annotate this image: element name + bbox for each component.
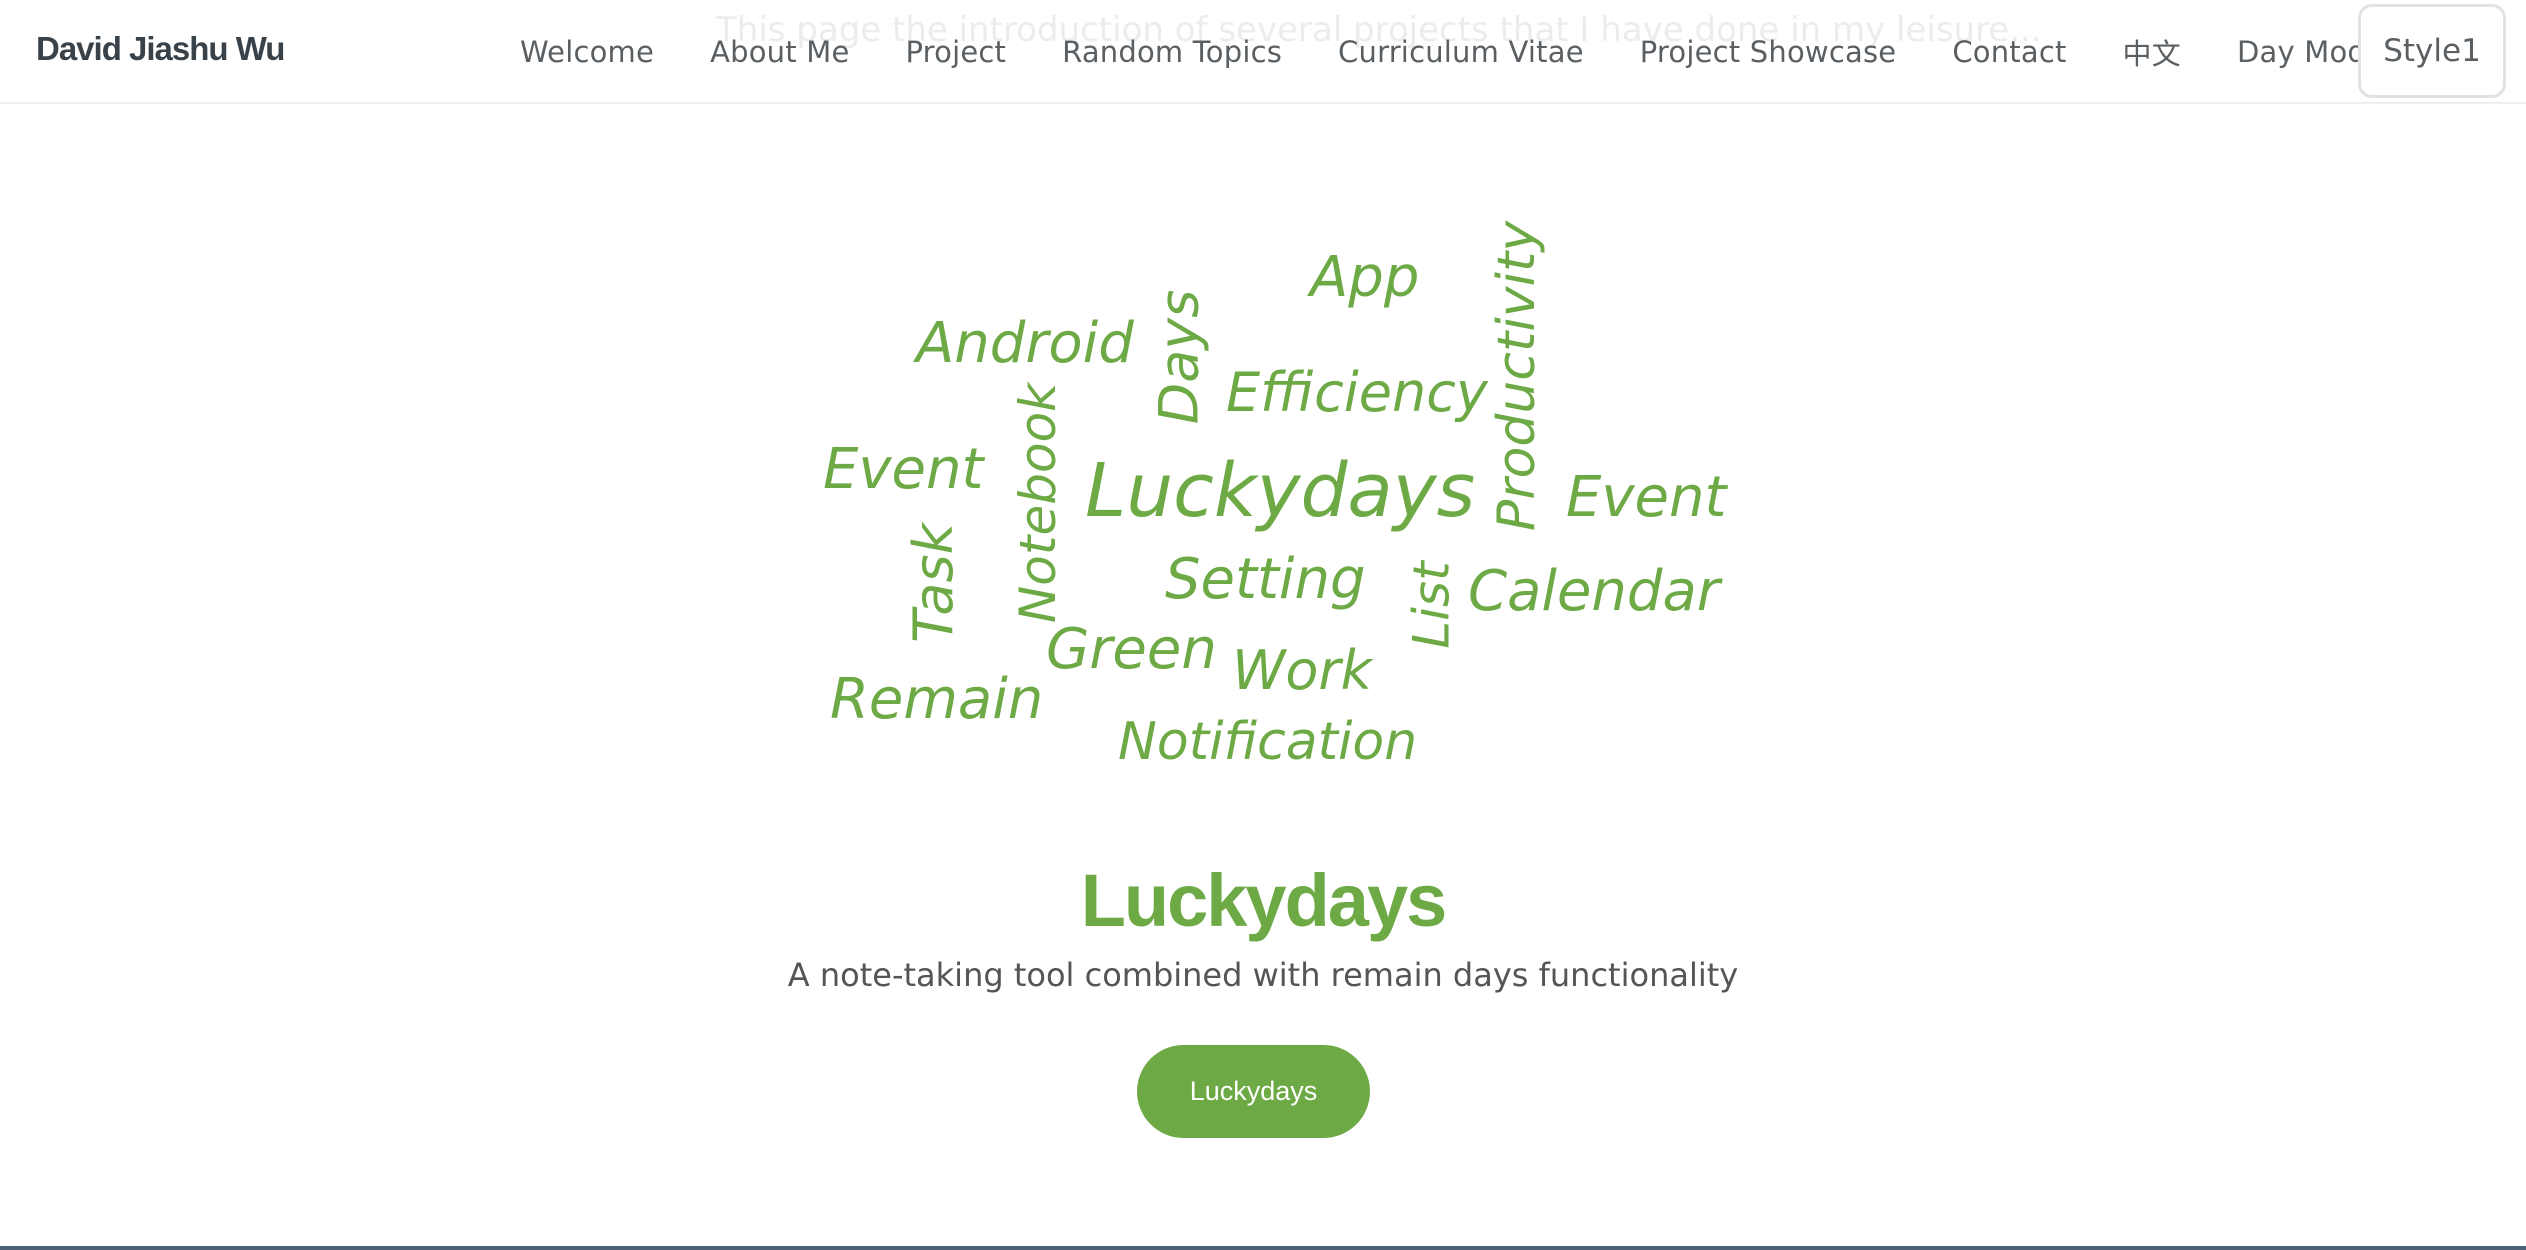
- cloud-word-productivity: Productivity: [1487, 220, 1548, 532]
- cloud-word-work: Work: [1232, 639, 1372, 702]
- word-cloud-image: App Android Days Efficiency Productivity…: [0, 0, 2526, 800]
- cloud-word-notification: Notification: [1118, 712, 1418, 772]
- cloud-word-app: App: [1310, 245, 1420, 310]
- cloud-word-days: Days: [1147, 289, 1211, 425]
- cloud-word-calendar: Calendar: [1468, 559, 1720, 624]
- cloud-word-remain: Remain: [830, 667, 1044, 732]
- cloud-word-green: Green: [1046, 617, 1217, 682]
- cloud-word-event-right: Event: [1566, 465, 1727, 530]
- cloud-word-notebook: Notebook: [1009, 382, 1068, 624]
- cloud-word-android: Android: [916, 311, 1134, 376]
- luckydays-button[interactable]: Luckydays: [1137, 1045, 1370, 1138]
- section-divider: [0, 1246, 2526, 1250]
- project-title: Luckydays: [1080, 859, 1448, 942]
- cloud-word-luckydays: Luckydays: [1085, 448, 1476, 534]
- cloud-word-list: List: [1402, 561, 1461, 649]
- project-subtitle: A note-taking tool combined with remain …: [787, 956, 1739, 994]
- cloud-word-task: Task: [901, 523, 965, 643]
- cloud-word-event-left: Event: [823, 437, 984, 502]
- cloud-word-setting: Setting: [1165, 547, 1366, 612]
- cloud-word-efficiency: Efficiency: [1226, 361, 1488, 424]
